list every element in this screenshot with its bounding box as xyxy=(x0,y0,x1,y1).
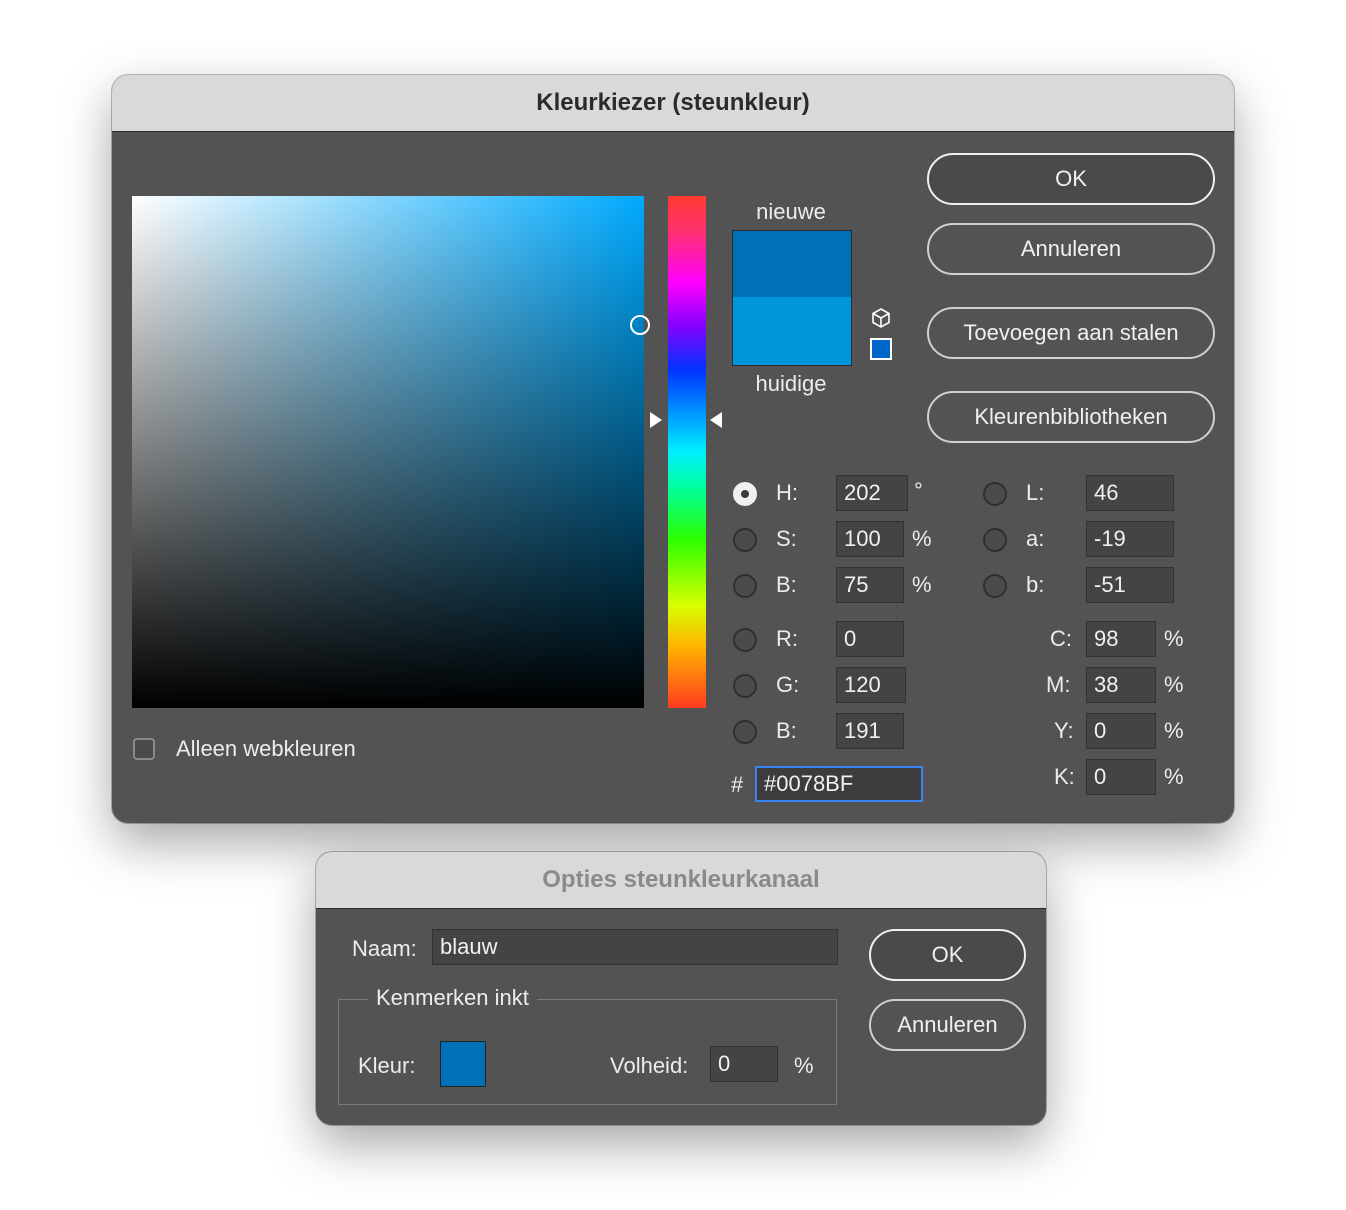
radio-saturation[interactable] xyxy=(733,528,757,552)
lab-l-input[interactable]: 46 xyxy=(1086,475,1174,511)
magenta-label: M: xyxy=(1046,672,1071,697)
web-colors-only-checkbox[interactable] xyxy=(133,738,155,760)
color-libraries-button[interactable]: Kleurenbibliotheken xyxy=(927,391,1215,443)
solidity-unit: % xyxy=(794,1053,814,1078)
solidity-input[interactable]: 0 xyxy=(710,1046,778,1082)
radio-red[interactable] xyxy=(733,628,757,652)
brightness-label: B: xyxy=(776,572,797,597)
ok-button[interactable]: OK xyxy=(869,929,1026,981)
cancel-button[interactable]: Annuleren xyxy=(869,999,1026,1051)
yellow-input[interactable]: 0 xyxy=(1086,713,1156,749)
radio-lightness[interactable] xyxy=(983,482,1007,506)
saturation-brightness-field[interactable] xyxy=(132,196,644,708)
lab-a-label: a: xyxy=(1026,526,1045,551)
saturation-unit: % xyxy=(912,526,932,551)
hue-unit: ° xyxy=(914,478,923,503)
yellow-label: Y: xyxy=(1054,718,1074,743)
blue-label: B: xyxy=(776,718,797,743)
magenta-input[interactable]: 38 xyxy=(1086,667,1156,703)
radio-lab-b[interactable] xyxy=(983,574,1007,598)
black-label: K: xyxy=(1054,764,1075,789)
magenta-unit: % xyxy=(1164,672,1184,697)
hex-label: # xyxy=(731,772,744,797)
red-input[interactable]: 0 xyxy=(836,621,904,657)
green-label: G: xyxy=(776,672,800,697)
lab-a-input[interactable]: -19 xyxy=(1086,521,1174,557)
cyan-input[interactable]: 98 xyxy=(1086,621,1156,657)
lab-l-label: L: xyxy=(1026,480,1045,505)
ok-button[interactable]: OK xyxy=(927,153,1215,205)
yellow-unit: % xyxy=(1164,718,1184,743)
ink-color-swatch[interactable] xyxy=(440,1041,486,1087)
dialog-title: Opties steunkleurkanaal xyxy=(316,852,1046,909)
name-input[interactable]: blauw xyxy=(432,929,838,965)
spot-channel-options-dialog: Opties steunkleurkanaal Naam: blauw Kenm… xyxy=(316,852,1046,1125)
ink-characteristics-legend: Kenmerken inkt xyxy=(368,985,537,1011)
current-color-swatch[interactable] xyxy=(732,297,852,366)
out-of-gamut-cube-icon[interactable] xyxy=(870,307,892,329)
color-selection-ring[interactable] xyxy=(630,315,650,335)
red-label: R: xyxy=(776,626,798,651)
hue-input[interactable]: 202 xyxy=(836,475,908,511)
dialog-title: Kleurkiezer (steunkleur) xyxy=(112,75,1234,132)
solidity-label: Volheid: xyxy=(610,1053,689,1078)
brightness-input[interactable]: 75 xyxy=(836,567,904,603)
radio-lab-a[interactable] xyxy=(983,528,1007,552)
black-input[interactable]: 0 xyxy=(1086,759,1156,795)
web-colors-only-label: Alleen webkleuren xyxy=(176,736,356,761)
radio-hue[interactable] xyxy=(733,482,757,506)
hue-slider-right-arrow[interactable] xyxy=(710,412,722,428)
black-unit: % xyxy=(1164,764,1184,789)
ink-color-label: Kleur: xyxy=(358,1053,416,1078)
cyan-unit: % xyxy=(1164,626,1184,651)
saturation-label: S: xyxy=(776,526,797,551)
current-color-label: huidige xyxy=(755,371,827,396)
blue-input[interactable]: 191 xyxy=(836,713,904,749)
hue-label: H: xyxy=(776,480,798,505)
new-color-swatch xyxy=(732,230,852,298)
hex-input[interactable]: #0078BF xyxy=(755,766,923,802)
brightness-unit: % xyxy=(912,572,932,597)
hue-slider[interactable] xyxy=(668,196,706,708)
add-to-swatches-button[interactable]: Toevoegen aan stalen xyxy=(927,307,1215,359)
color-picker-dialog: Kleurkiezer (steunkleur) Alleen webkleur… xyxy=(112,75,1234,823)
name-label: Naam: xyxy=(352,936,417,961)
new-color-label: nieuwe xyxy=(756,199,826,224)
web-safe-color-icon[interactable] xyxy=(870,338,892,360)
lab-b-label: b: xyxy=(1026,572,1045,597)
green-input[interactable]: 120 xyxy=(836,667,906,703)
radio-green[interactable] xyxy=(733,674,757,698)
radio-blue[interactable] xyxy=(733,720,757,744)
hue-slider-left-arrow[interactable] xyxy=(650,412,662,428)
radio-brightness[interactable] xyxy=(733,574,757,598)
cyan-label: C: xyxy=(1050,626,1072,651)
saturation-input[interactable]: 100 xyxy=(836,521,904,557)
lab-b-input[interactable]: -51 xyxy=(1086,567,1174,603)
cancel-button[interactable]: Annuleren xyxy=(927,223,1215,275)
